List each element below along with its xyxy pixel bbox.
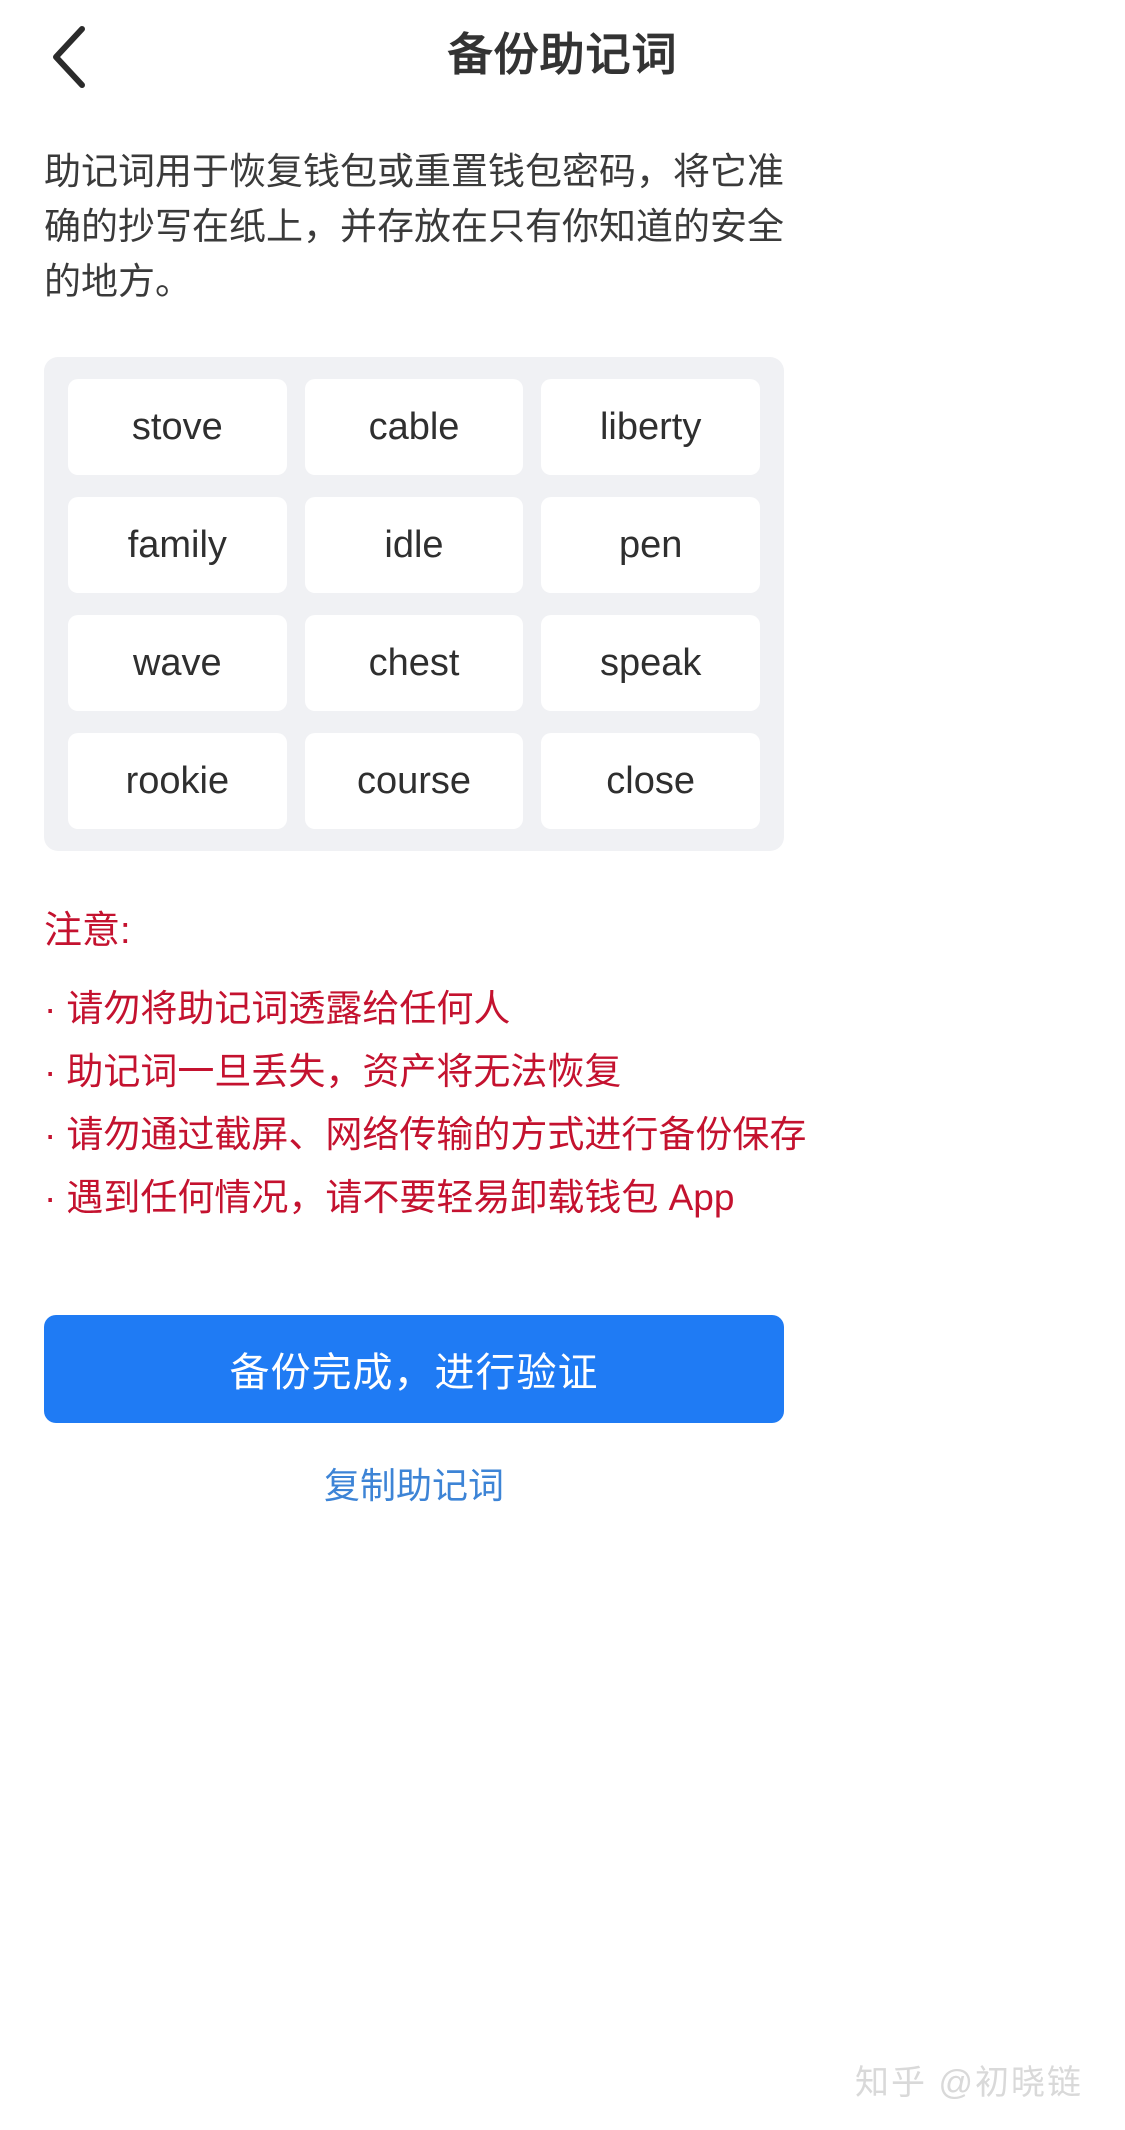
mnemonic-word-cell: idle <box>304 497 524 593</box>
mnemonic-word-cell: chest <box>304 615 524 711</box>
warning-list-item: · 请勿将助记词透露给任何人 <box>44 977 804 1040</box>
description-text: 助记词用于恢复钱包或重置钱包密码，将它准确的抄写在纸上，并存放在只有你知道的安全… <box>44 151 784 302</box>
warning-item-label: 遇到任何情况，请不要轻易卸载钱包 App <box>66 1176 735 1218</box>
bullet-icon: · <box>44 1050 57 1092</box>
app-header: 备份助记词 <box>0 0 1125 108</box>
warning-list-item: · 遇到任何情况，请不要轻易卸载钱包 App <box>44 1166 804 1229</box>
mnemonic-word-cell: wave <box>68 615 287 711</box>
mnemonic-word-cell: cable <box>304 379 524 475</box>
copy-mnemonic-link[interactable]: 复制助记词 <box>44 1457 784 1509</box>
back-button[interactable] <box>30 18 108 96</box>
mnemonic-grid: stove cable liberty family idle pen wave… <box>44 379 784 829</box>
warning-list-item: · 请勿通过截屏、网络传输的方式进行备份保存 <box>44 1103 807 1166</box>
action-area: 备份完成，进行验证 复制助记词 <box>44 1314 784 1509</box>
warning-item-label: 助记词一旦丢失，资产将无法恢复 <box>66 1050 622 1092</box>
mnemonic-word-cell: liberty <box>541 379 760 475</box>
mnemonic-word-cell: speak <box>541 615 760 711</box>
mnemonic-word-cell: close <box>541 733 760 829</box>
mnemonic-word-cell: stove <box>68 379 287 475</box>
watermark: 知乎 @初晓链 <box>855 2064 1083 2102</box>
warning-block: 注意: · 请勿将助记词透露给任何人 · 助记词一旦丢失，资产将无法恢复 · 请勿通过… <box>44 909 807 1229</box>
warning-title: 注意: <box>44 910 131 952</box>
warning-item-label: 请勿通过截屏、网络传输的方式进行备份保存 <box>66 1113 807 1155</box>
bullet-icon: · <box>44 987 57 1029</box>
mnemonic-word-cell: course <box>304 733 524 829</box>
bullet-icon: · <box>44 1113 57 1155</box>
mnemonic-word-cell: rookie <box>68 733 287 829</box>
mnemonic-word-cell: pen <box>541 497 760 593</box>
warning-list-item: · 助记词一旦丢失，资产将无法恢复 <box>44 1040 804 1103</box>
warning-item-label: 请勿将助记词透露给任何人 <box>66 987 511 1029</box>
mnemonic-panel: stove cable liberty family idle pen wave… <box>44 357 784 851</box>
warning-list: · 请勿将助记词透露给任何人 · 助记词一旦丢失，资产将无法恢复 · 请勿通过截屏、网… <box>44 977 807 1229</box>
page-title: 备份助记词 <box>447 28 678 80</box>
mnemonic-word-cell: family <box>68 497 287 593</box>
verify-backup-button[interactable]: 备份完成，进行验证 <box>44 1314 784 1423</box>
bullet-icon: · <box>44 1176 57 1218</box>
chevron-left-icon <box>48 25 90 89</box>
